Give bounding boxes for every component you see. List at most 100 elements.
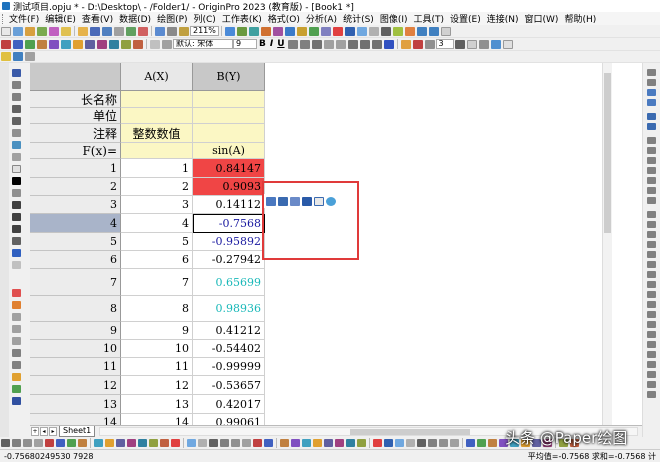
gadget-icon[interactable] <box>647 187 656 194</box>
mask-icon[interactable] <box>12 153 21 161</box>
bottom-tool-icon[interactable] <box>56 439 65 447</box>
color-scale-icon[interactable] <box>12 301 21 309</box>
bottom-tool-icon[interactable] <box>417 439 426 447</box>
scale-tool-icon[interactable] <box>12 93 21 101</box>
next-sheet-button[interactable]: ▸ <box>49 427 57 436</box>
greek-icon[interactable] <box>311 39 322 49</box>
bottom-tool-icon[interactable] <box>171 439 180 447</box>
data-selector-icon[interactable] <box>356 26 367 36</box>
learning-center-icon[interactable] <box>296 26 307 36</box>
stop-icon[interactable] <box>332 26 343 36</box>
menu-plot[interactable]: 绘图(P) <box>154 12 190 25</box>
increase-font-icon[interactable] <box>323 39 334 49</box>
comment-cell-a[interactable]: 整数数值 <box>121 124 193 143</box>
zoom-in-icon[interactable] <box>416 26 427 36</box>
import-wizard-icon[interactable] <box>126 26 136 36</box>
row-header[interactable]: 8 <box>30 296 121 322</box>
bottom-tool-icon[interactable] <box>324 439 333 447</box>
gadget-icon[interactable] <box>647 301 656 308</box>
label-cell[interactable] <box>193 108 265 124</box>
annotation-icon[interactable] <box>404 26 415 36</box>
label-cell[interactable] <box>121 108 193 124</box>
align-right-icon[interactable] <box>371 39 382 49</box>
cell-b[interactable]: -0.54402 <box>193 340 265 358</box>
bottom-tool-icon[interactable] <box>138 439 147 447</box>
gadget-icon[interactable] <box>647 281 656 288</box>
gadget-icon[interactable] <box>647 113 656 120</box>
bottom-tool-icon[interactable] <box>45 439 54 447</box>
bottom-tool-icon[interactable] <box>313 439 322 447</box>
sheet-tab[interactable]: Sheet1 <box>59 426 96 437</box>
table-icon[interactable] <box>12 337 21 345</box>
gadget-icon[interactable] <box>647 391 656 398</box>
polygon-tool-icon[interactable] <box>12 237 21 245</box>
gadget-icon[interactable] <box>647 221 656 228</box>
new-notes-icon[interactable] <box>61 26 71 36</box>
recalculate-icon[interactable] <box>179 26 189 36</box>
line-tool-icon[interactable] <box>12 201 21 209</box>
label-cell[interactable] <box>121 91 193 108</box>
bottom-tool-icon[interactable] <box>428 439 437 447</box>
row-header[interactable]: 1 <box>30 159 121 178</box>
cell-b[interactable]: 0.9093 <box>193 178 265 196</box>
row-header[interactable]: 4 <box>30 214 121 233</box>
gadget-icon[interactable] <box>647 211 656 218</box>
line-width-combo[interactable]: 3 <box>435 39 454 49</box>
back-icon[interactable] <box>1 52 11 61</box>
menu-settings[interactable]: 设置(E) <box>447 12 484 25</box>
bottom-tool-icon[interactable] <box>127 439 136 447</box>
bottom-tool-icon[interactable] <box>335 439 344 447</box>
bottom-tool-icon[interactable] <box>187 439 196 447</box>
font-color-icon[interactable] <box>383 39 394 49</box>
row-header[interactable]: 5 <box>30 233 121 251</box>
scale-icon[interactable] <box>368 26 379 36</box>
gadget-icon[interactable] <box>647 271 656 278</box>
plot-scatter-icon[interactable] <box>13 39 23 49</box>
insert-graph-icon[interactable] <box>12 261 21 269</box>
gadget-icon[interactable] <box>647 381 656 388</box>
arrow-tool-icon[interactable] <box>12 189 21 197</box>
bottom-tool-icon[interactable] <box>488 439 497 447</box>
object-manager-icon[interactable] <box>308 26 319 36</box>
new-graph-icon[interactable] <box>25 26 35 36</box>
project-explorer-icon[interactable] <box>224 26 235 36</box>
bottom-tool-icon[interactable] <box>231 439 240 447</box>
bottom-tool-icon[interactable] <box>242 439 251 447</box>
new-function-icon[interactable] <box>49 26 59 36</box>
label-row-formula[interactable]: F(x)= <box>30 143 121 159</box>
bottom-tool-icon[interactable] <box>373 439 382 447</box>
column-header-b[interactable]: B(Y) <box>193 63 265 91</box>
add-graph-layer-icon[interactable] <box>344 26 355 36</box>
gadget-icon[interactable] <box>647 241 656 248</box>
plot-linesymbol-icon[interactable] <box>25 39 35 49</box>
bottom-tool-icon[interactable] <box>291 439 300 447</box>
cell-b[interactable]: 0.14112 <box>193 196 265 214</box>
refresh-icon[interactable] <box>155 26 165 36</box>
dropdown-icon[interactable] <box>25 52 35 61</box>
bottom-tool-icon[interactable] <box>357 439 366 447</box>
align-icon[interactable] <box>162 39 172 49</box>
bottom-tool-icon[interactable] <box>116 439 125 447</box>
new-project-icon[interactable] <box>1 26 11 36</box>
scale-bar-icon[interactable] <box>12 313 21 321</box>
column-chart-icon[interactable] <box>278 196 288 206</box>
duplicate-icon[interactable] <box>167 26 177 36</box>
plot-contour-icon[interactable] <box>97 39 107 49</box>
cell-b[interactable]: 0.98936 <box>193 296 265 322</box>
screen-reader-icon[interactable] <box>12 105 21 113</box>
bottom-tool-icon[interactable] <box>406 439 415 447</box>
symbol-icon[interactable] <box>478 39 489 49</box>
bottom-tool-icon[interactable] <box>160 439 169 447</box>
bottom-tool-icon[interactable] <box>220 439 229 447</box>
window-icon[interactable] <box>440 26 451 36</box>
bottom-tool-icon[interactable] <box>94 439 103 447</box>
row-header[interactable]: 6 <box>30 251 121 269</box>
snowflake-icon[interactable] <box>326 196 336 206</box>
bottom-tool-icon[interactable] <box>280 439 289 447</box>
subscript-icon[interactable] <box>299 39 310 49</box>
group-icon[interactable] <box>266 196 276 206</box>
row-header[interactable]: 3 <box>30 196 121 214</box>
row-header[interactable]: 10 <box>30 340 121 358</box>
menu-view[interactable]: 查看(V) <box>79 12 116 25</box>
menu-analysis[interactable]: 分析(A) <box>303 12 340 25</box>
